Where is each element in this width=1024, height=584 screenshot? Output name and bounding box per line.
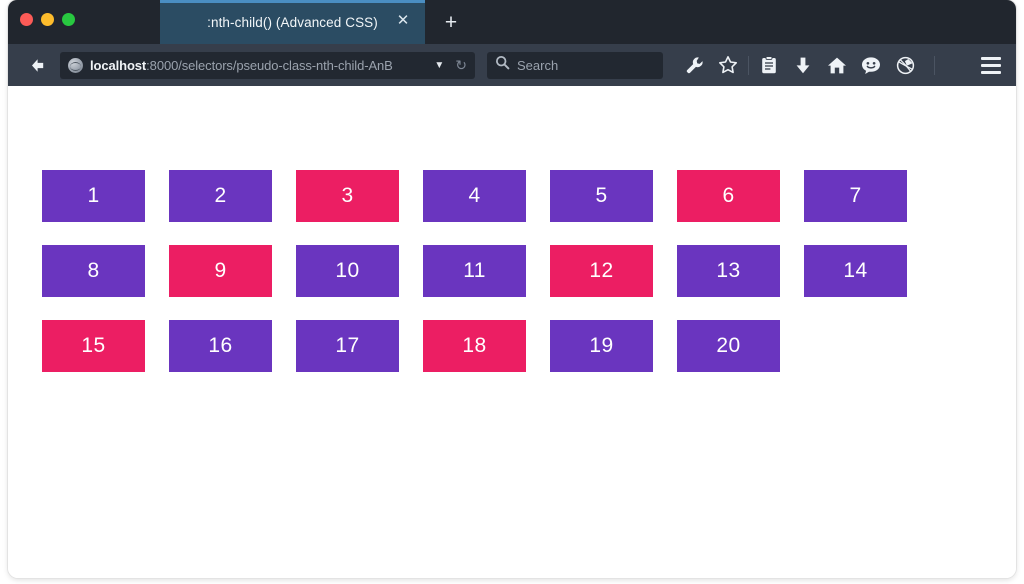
grid-cell: 1 bbox=[42, 170, 145, 222]
grid-cell: 15 bbox=[42, 320, 145, 372]
search-input[interactable]: Search bbox=[487, 51, 663, 79]
grid-cell: 11 bbox=[423, 245, 526, 297]
toolbar-divider bbox=[748, 55, 749, 75]
globe-icon bbox=[68, 57, 83, 73]
grid-cell: 12 bbox=[550, 245, 653, 297]
window-controls bbox=[20, 13, 75, 26]
titlebar: :nth-child() (Advanced CSS) ✕ + bbox=[8, 0, 1016, 44]
url-path: :8000/selectors/pseudo-class-nth-child-A… bbox=[146, 57, 393, 73]
grid-cell: 7 bbox=[804, 170, 907, 222]
menu-bar bbox=[981, 63, 1001, 67]
search-icon bbox=[495, 55, 510, 75]
close-window-button[interactable] bbox=[20, 13, 33, 26]
grid-cell: 20 bbox=[677, 320, 780, 372]
reader-icon[interactable] bbox=[752, 50, 786, 80]
grid-cell: 17 bbox=[296, 320, 399, 372]
url-text: localhost:8000/selectors/pseudo-class-nt… bbox=[90, 58, 425, 73]
back-button[interactable] bbox=[22, 50, 52, 80]
tab-active[interactable]: :nth-child() (Advanced CSS) ✕ bbox=[160, 0, 425, 44]
reload-icon[interactable]: ↻ bbox=[455, 57, 469, 74]
chevron-down-icon[interactable]: ▼ bbox=[432, 60, 448, 71]
grid-cell: 16 bbox=[169, 320, 272, 372]
grid-cell: 3 bbox=[296, 170, 399, 222]
page-content: 1 2 3 4 5 6 7 8 9 10 11 12 13 14 15 16 17 18 19 20 bbox=[8, 86, 1016, 578]
grid-cell: 9 bbox=[169, 245, 272, 297]
pocket-icon[interactable] bbox=[888, 50, 922, 80]
nth-child-demo-grid: 1 2 3 4 5 6 7 8 9 10 11 12 13 14 15 16 17 18 19 20 bbox=[42, 170, 915, 372]
smiley-icon[interactable] bbox=[854, 50, 888, 80]
tab-title: :nth-child() (Advanced CSS) bbox=[207, 14, 378, 30]
zoom-window-button[interactable] bbox=[62, 13, 75, 26]
wrench-icon[interactable] bbox=[677, 50, 711, 80]
url-bar[interactable]: localhost:8000/selectors/pseudo-class-nt… bbox=[60, 51, 475, 79]
url-host: localhost bbox=[90, 57, 147, 73]
new-tab-button[interactable]: + bbox=[440, 12, 462, 34]
menu-icon[interactable] bbox=[976, 50, 1006, 80]
grid-cell: 13 bbox=[677, 245, 780, 297]
grid-cell: 8 bbox=[42, 245, 145, 297]
grid-cell: 14 bbox=[804, 245, 907, 297]
arrow-left-icon bbox=[28, 56, 47, 75]
menu-bar bbox=[981, 70, 1001, 74]
search-placeholder: Search bbox=[517, 57, 559, 73]
grid-cell: 2 bbox=[169, 170, 272, 222]
tab-strip: :nth-child() (Advanced CSS) ✕ + bbox=[8, 0, 1016, 44]
close-icon[interactable]: ✕ bbox=[395, 13, 411, 29]
grid-cell: 10 bbox=[296, 245, 399, 297]
menu-bar bbox=[981, 56, 1001, 60]
star-icon[interactable] bbox=[711, 50, 745, 80]
grid-cell: 19 bbox=[550, 320, 653, 372]
home-icon[interactable] bbox=[820, 50, 854, 80]
grid-cell: 6 bbox=[677, 170, 780, 222]
toolbar-icon-group bbox=[677, 50, 1006, 80]
minimize-window-button[interactable] bbox=[41, 13, 54, 26]
toolbar-divider bbox=[934, 55, 935, 75]
grid-cell: 18 bbox=[423, 320, 526, 372]
navigation-toolbar: localhost:8000/selectors/pseudo-class-nt… bbox=[8, 44, 1016, 86]
grid-cell: 4 bbox=[423, 170, 526, 222]
browser-window: :nth-child() (Advanced CSS) ✕ + localhos… bbox=[8, 0, 1016, 578]
grid-cell: 5 bbox=[550, 170, 653, 222]
download-icon[interactable] bbox=[786, 50, 820, 80]
